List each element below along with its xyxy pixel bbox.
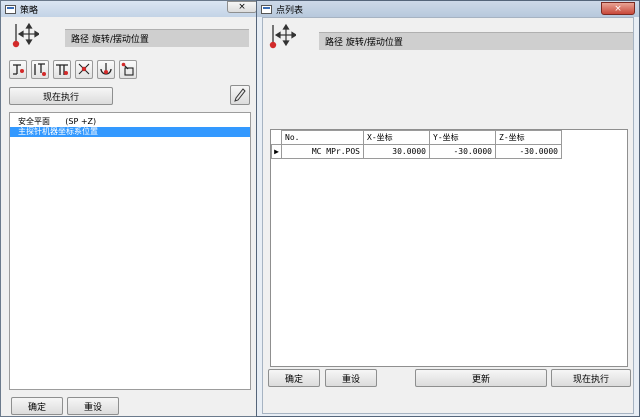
strategy-titlebar[interactable]: 策略 xyxy=(1,1,257,17)
column-header-z: Z-坐标 xyxy=(495,130,562,145)
close-button[interactable]: × xyxy=(227,1,257,13)
tool-button-4[interactable] xyxy=(75,60,93,79)
window-icon xyxy=(5,4,16,14)
table-row[interactable]: ▶ MC MPr.POS 30.0000 -30.0000 -30.0000 xyxy=(271,144,562,159)
close-icon: × xyxy=(614,3,622,14)
column-header-y: Y-坐标 xyxy=(429,130,496,145)
row-marker-icon: ▶ xyxy=(271,144,282,159)
pointlist-window: 点列表 × 路径 旋转/摆动位置 No. X-坐标 Y-坐标 Z-坐标 ▶ MC… xyxy=(256,0,640,417)
move-point-icon xyxy=(12,22,39,48)
execute-now-button[interactable]: 现在执行 xyxy=(551,369,631,387)
strategy-window: 策略 × 路径 旋转/摆动位置 现在执行 安全平面 (SP +Z) 主探针机器坐… xyxy=(0,0,258,417)
move-x-icon xyxy=(13,64,24,75)
strategy-title: 策略 xyxy=(20,5,39,16)
tool-tip-icon xyxy=(56,64,68,75)
edit-button[interactable] xyxy=(230,85,250,105)
move-point-icon xyxy=(269,23,296,49)
rotate-icon xyxy=(100,63,112,75)
window-icon xyxy=(261,4,272,14)
point-table[interactable]: No. X-坐标 Y-坐标 Z-坐标 ▶ MC MPr.POS 30.0000 … xyxy=(270,129,628,367)
tool-button-1[interactable] xyxy=(9,60,27,79)
execute-now-button[interactable]: 现在执行 xyxy=(9,87,113,105)
column-header-no: No. xyxy=(281,130,364,145)
reset-button[interactable]: 重设 xyxy=(67,397,119,415)
reset-button[interactable]: 重设 xyxy=(325,369,377,387)
close-icon: × xyxy=(238,2,246,12)
cell-x[interactable]: 30.0000 xyxy=(363,144,430,159)
move-plane-icon xyxy=(34,63,46,76)
tool-button-3[interactable] xyxy=(53,60,71,79)
swivel-icon xyxy=(121,62,134,76)
table-header-row: No. X-坐标 Y-坐标 Z-坐标 xyxy=(271,130,562,145)
tool-button-5[interactable] xyxy=(97,60,115,79)
cell-y[interactable]: -30.0000 xyxy=(429,144,496,159)
tool-button-6[interactable] xyxy=(119,60,137,79)
ok-button[interactable]: 确定 xyxy=(268,369,320,387)
pointlist-client: 路径 旋转/摆动位置 No. X-坐标 Y-坐标 Z-坐标 ▶ MC MPr.P… xyxy=(262,17,634,414)
cell-z[interactable]: -30.0000 xyxy=(495,144,562,159)
list-item-safe-plane[interactable]: 安全平面 (SP +Z) xyxy=(10,117,250,127)
strategy-header: 路径 旋转/摆动位置 xyxy=(65,29,249,47)
pointlist-title: 点列表 xyxy=(276,5,304,16)
pencil-icon xyxy=(234,88,246,102)
list-item-probe-position[interactable]: 主探针机器坐标系位置 xyxy=(10,127,250,137)
update-button[interactable]: 更新 xyxy=(415,369,547,387)
ok-button[interactable]: 确定 xyxy=(11,397,63,415)
probe-direction-icon xyxy=(78,63,90,75)
cell-name[interactable]: MC MPr.POS xyxy=(281,144,364,159)
corner-cell xyxy=(271,130,282,145)
column-header-x: X-坐标 xyxy=(363,130,430,145)
pointlist-header: 路径 旋转/摆动位置 xyxy=(319,32,633,50)
tool-button-2[interactable] xyxy=(31,60,49,79)
close-button[interactable]: × xyxy=(601,2,635,15)
strategy-list[interactable]: 安全平面 (SP +Z) 主探针机器坐标系位置 xyxy=(9,112,251,390)
pointlist-titlebar[interactable]: 点列表 xyxy=(257,1,639,17)
